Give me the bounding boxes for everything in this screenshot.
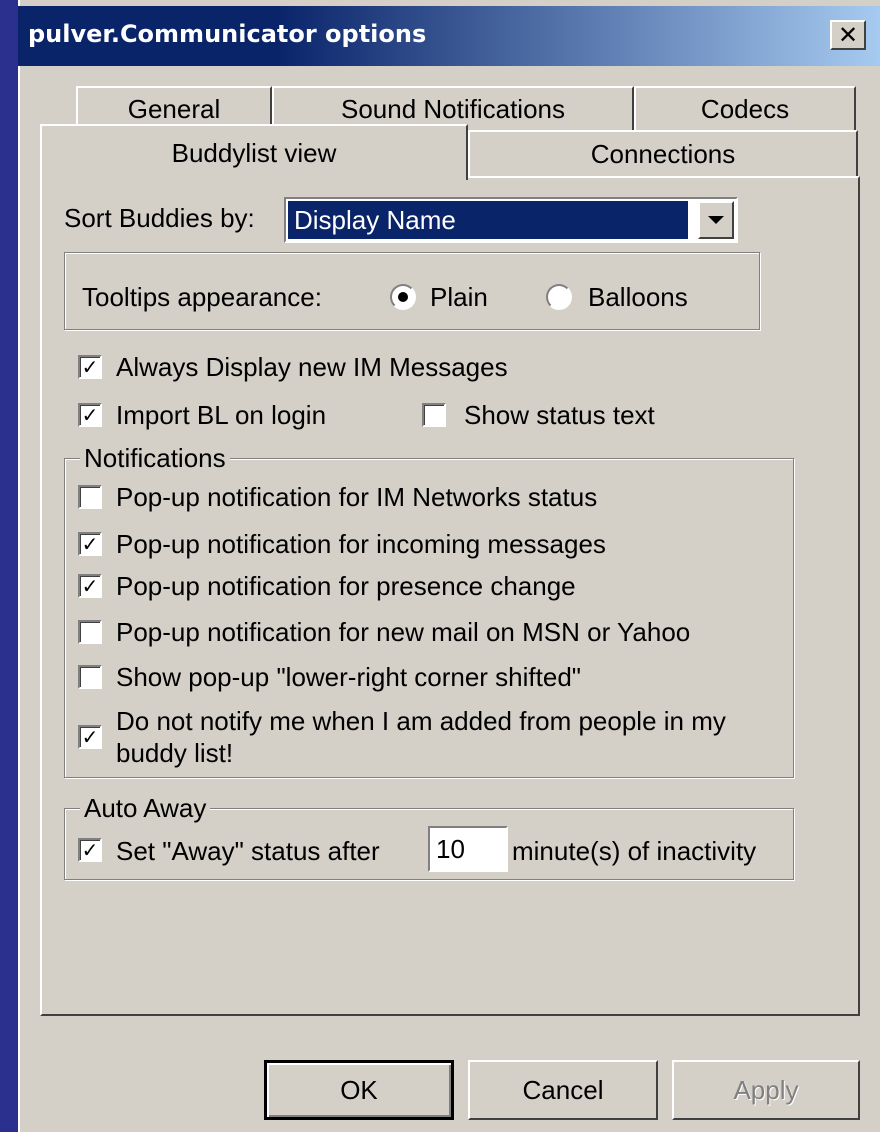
do-not-notify-added-checkbox[interactable]: ✓: [78, 725, 102, 749]
show-status-label: Show status text: [464, 400, 655, 430]
auto-away-label-before: Set "Away" status after: [116, 836, 380, 866]
check-mark-icon: ✓: [81, 838, 99, 862]
notify-presence-change-checkbox[interactable]: ✓: [78, 574, 102, 598]
always-display-label: Always Display new IM Messages: [116, 352, 508, 382]
options-dialog: pulver.Communicator options ✕ General So…: [18, 0, 880, 1132]
tab-connections[interactable]: Connections: [468, 130, 858, 176]
notify-new-mail-label: Pop-up notification for new mail on MSN …: [116, 617, 691, 647]
dropdown-arrow-icon[interactable]: [698, 201, 734, 239]
auto-away-label-after: minute(s) of inactivity: [512, 836, 757, 866]
title-bar[interactable]: pulver.Communicator options ✕: [18, 6, 880, 66]
tab-codecs[interactable]: Codecs: [634, 86, 856, 130]
notify-presence-change-label: Pop-up notification for presence change: [116, 571, 576, 601]
window-title: pulver.Communicator options: [28, 20, 427, 48]
show-status-checkbox[interactable]: [422, 403, 446, 427]
do-not-notify-added-label-line2: buddy list!: [116, 738, 234, 768]
check-mark-icon: ✓: [81, 403, 99, 427]
tab-codecs-label: Codecs: [700, 93, 790, 124]
tab-general-label: General: [127, 93, 221, 124]
tooltips-plain-label: Plain: [430, 282, 488, 312]
notify-im-networks-checkbox[interactable]: [78, 485, 102, 509]
close-icon: ✕: [837, 21, 859, 49]
ok-button-label: OK: [340, 1074, 378, 1105]
import-bl-checkbox[interactable]: ✓: [78, 403, 102, 427]
do-not-notify-added-label: Do not notify me when I am added from pe…: [116, 706, 726, 736]
tooltips-balloons-label: Balloons: [588, 282, 688, 312]
sort-buddies-select[interactable]: Display Name: [284, 197, 738, 243]
auto-away-title: Auto Away: [80, 793, 211, 824]
ok-button[interactable]: OK: [264, 1060, 454, 1120]
auto-away-checkbox[interactable]: ✓: [78, 838, 102, 862]
tooltips-plain-radio[interactable]: [390, 284, 416, 310]
tooltips-label: Tooltips appearance:: [82, 282, 322, 312]
notify-new-mail-checkbox[interactable]: [78, 620, 102, 644]
tab-buddylist-view-label: Buddylist view: [171, 137, 337, 168]
apply-button-label: Apply: [733, 1074, 799, 1105]
always-display-checkbox[interactable]: ✓: [78, 355, 102, 379]
auto-away-minutes-input[interactable]: 10: [428, 826, 508, 872]
tooltips-balloons-radio[interactable]: [546, 284, 572, 310]
lower-right-shifted-label: Show pop-up "lower-right corner shifted": [116, 662, 582, 692]
lower-right-shifted-checkbox[interactable]: [78, 665, 102, 689]
tab-sound-notifications-label: Sound Notifications: [340, 93, 566, 124]
notify-im-networks-label: Pop-up notification for IM Networks stat…: [116, 482, 598, 512]
tab-connections-label: Connections: [590, 138, 736, 169]
check-mark-icon: ✓: [81, 725, 99, 749]
notify-incoming-messages-checkbox[interactable]: ✓: [78, 532, 102, 556]
import-bl-label: Import BL on login: [116, 400, 327, 430]
notify-incoming-messages-label: Pop-up notification for incoming message…: [116, 529, 606, 559]
sort-buddies-label: Sort Buddies by:: [64, 203, 255, 233]
close-button[interactable]: ✕: [830, 20, 866, 50]
sort-buddies-value: Display Name: [288, 201, 688, 239]
check-mark-icon: ✓: [81, 532, 99, 556]
notifications-title: Notifications: [80, 443, 230, 474]
cancel-button[interactable]: Cancel: [468, 1060, 658, 1120]
cancel-button-label: Cancel: [522, 1074, 604, 1105]
apply-button[interactable]: Apply: [672, 1060, 860, 1120]
check-mark-icon: ✓: [81, 355, 99, 379]
tab-buddylist-view[interactable]: Buddylist view: [40, 124, 468, 180]
check-mark-icon: ✓: [81, 574, 99, 598]
